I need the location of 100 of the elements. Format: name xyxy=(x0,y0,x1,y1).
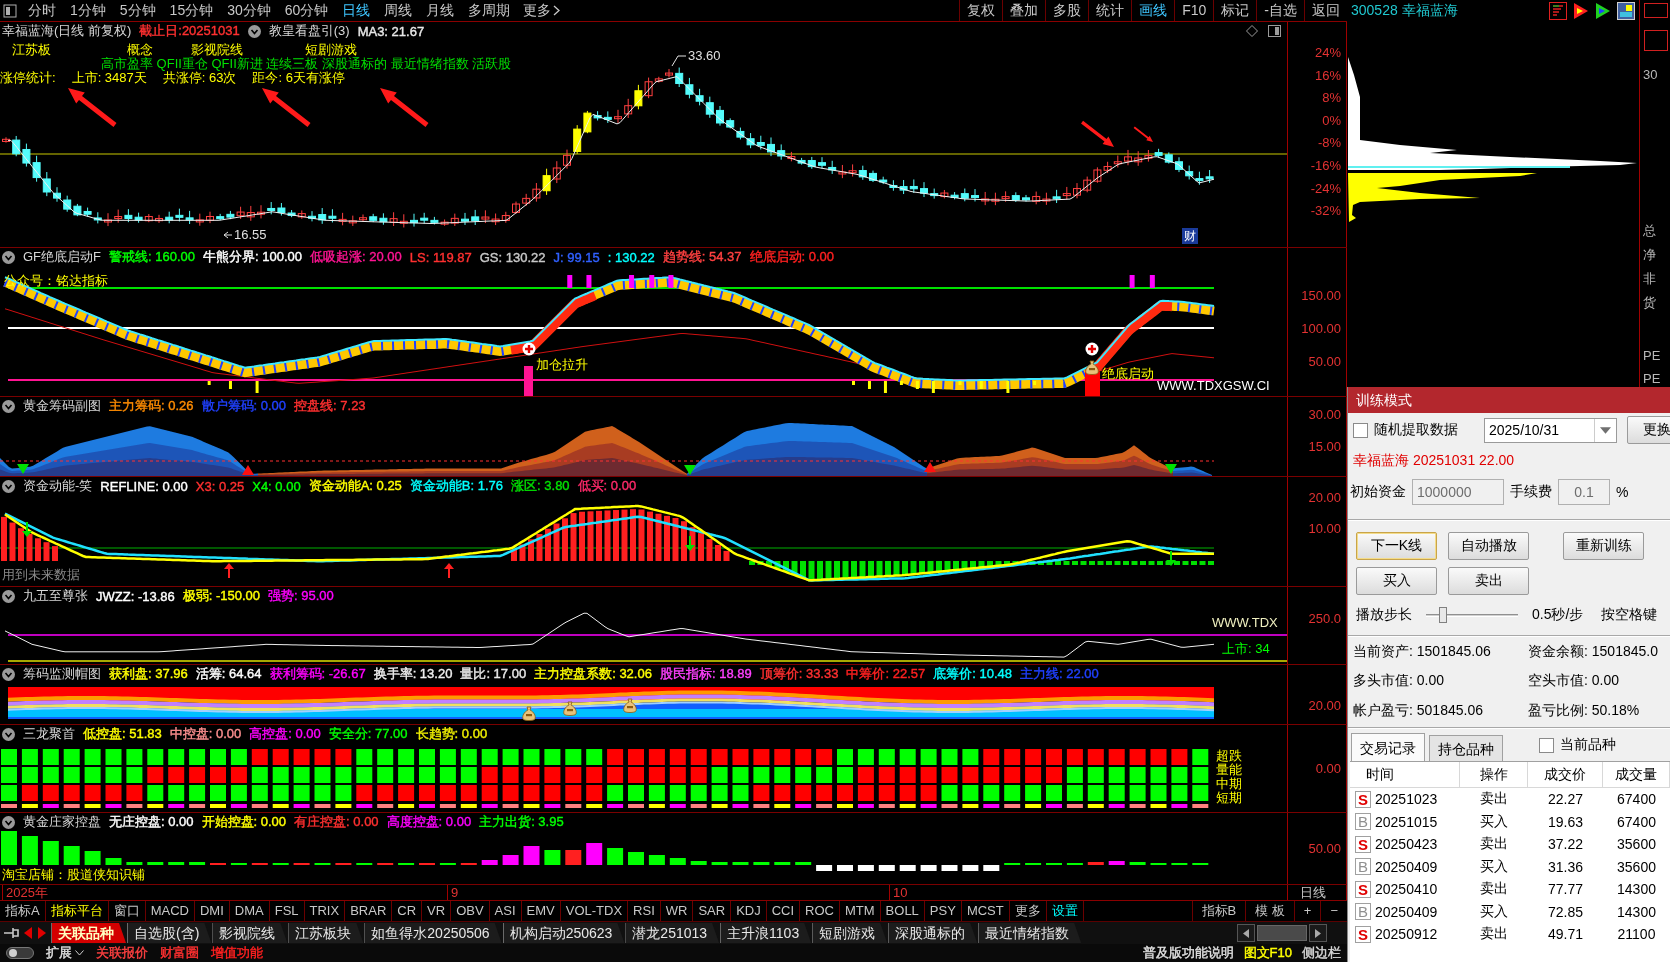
indicator-tab[interactable]: OBV xyxy=(451,901,490,921)
block-tab[interactable]: 影视院线 xyxy=(212,923,288,943)
side-button[interactable] xyxy=(1644,3,1668,19)
column-header[interactable]: 成交量 xyxy=(1603,762,1670,787)
period-tab[interactable]: 日线 xyxy=(335,0,378,21)
indicator-tab[interactable]: 指标A xyxy=(0,901,46,921)
period-tab[interactable]: 30分钟 xyxy=(220,0,278,21)
indicator-tab[interactable]: DMA xyxy=(229,901,270,921)
indicator-tab[interactable]: 指标平台 xyxy=(45,901,109,921)
toolbar-button[interactable]: 多股 xyxy=(1045,0,1089,21)
side-button[interactable] xyxy=(1644,30,1668,51)
indicator-tab[interactable]: ASI xyxy=(489,901,522,921)
indicator-tab[interactable]: 设置 xyxy=(1046,901,1084,921)
indicator-tab[interactable]: VR xyxy=(422,901,452,921)
column-header[interactable]: 成交价 xyxy=(1528,762,1603,787)
indicator-tab[interactable]: EMV xyxy=(521,901,561,921)
indicator-tab[interactable]: BRAR xyxy=(345,901,393,921)
status-link[interactable]: 侧边栏 xyxy=(1302,944,1341,962)
period-tab[interactable]: 周线 xyxy=(377,0,420,21)
column-header[interactable]: 时间 xyxy=(1350,762,1460,787)
indicator-tab[interactable]: MCST xyxy=(961,901,1010,921)
indicator-tab[interactable]: MACD xyxy=(145,901,195,921)
date-select[interactable]: 2025/10/31 xyxy=(1484,417,1617,443)
indicator-tab[interactable]: FSL xyxy=(269,901,305,921)
indicator-tab[interactable]: KDJ xyxy=(731,901,767,921)
status-link[interactable]: 普及版功能说明 xyxy=(1142,944,1234,962)
period-tab[interactable]: 60分钟 xyxy=(277,0,336,21)
control-button[interactable]: 下一K线 xyxy=(1356,532,1437,560)
capital-input[interactable]: 1000000 xyxy=(1412,479,1504,505)
toolbar-button[interactable]: -自选 xyxy=(1256,0,1304,21)
chevron-down-icon[interactable] xyxy=(75,950,84,956)
block-tab[interactable]: 如鱼得水20250506 xyxy=(364,923,502,943)
checkbox[interactable] xyxy=(1539,737,1554,753)
triangle-icon[interactable] xyxy=(1595,2,1611,20)
status-link[interactable]: 扩展 xyxy=(46,944,72,962)
period-tab[interactable]: 分时 xyxy=(21,0,63,21)
trade-button[interactable]: 卖出 xyxy=(1448,567,1529,595)
dropdown-circle-icon[interactable] xyxy=(2,589,15,603)
toolbar-button[interactable]: F10 xyxy=(1174,0,1214,21)
pin-icon[interactable] xyxy=(3,927,19,939)
indicator-tab[interactable]: BOLL xyxy=(880,901,925,921)
status-link[interactable]: 关联报价 xyxy=(96,944,148,962)
template-tab[interactable]: 指标B xyxy=(1191,901,1246,921)
toolbar-button[interactable]: 统计 xyxy=(1088,0,1132,21)
period-tab[interactable]: 多周期 xyxy=(461,0,518,21)
period-tab[interactable]: 15分钟 xyxy=(162,0,221,21)
block-tab[interactable]: 最近情绪指数 xyxy=(978,923,1082,943)
toolbar-button[interactable]: 叠加 xyxy=(1002,0,1046,21)
slider-track[interactable] xyxy=(1426,606,1518,624)
period-tab[interactable]: 1分钟 xyxy=(63,0,113,21)
panel-tab[interactable]: 交易记录 xyxy=(1351,733,1425,761)
checkbox[interactable] xyxy=(1353,422,1368,438)
indicator-tab[interactable]: CR xyxy=(392,901,423,921)
picture-icon[interactable] xyxy=(1617,2,1635,20)
caret-left-icon[interactable] xyxy=(23,927,33,939)
change-button[interactable]: 更换 xyxy=(1627,416,1670,444)
status-link[interactable]: 财富圈 xyxy=(160,944,199,962)
toolbar-button[interactable]: 标记 xyxy=(1213,0,1257,21)
fee-input[interactable]: 0.1 xyxy=(1558,479,1610,505)
control-button[interactable]: 自动播放 xyxy=(1448,532,1529,560)
trade-button[interactable]: 买入 xyxy=(1356,567,1437,595)
block-tab[interactable]: 江苏板块 xyxy=(288,923,364,943)
scroll-right-button[interactable] xyxy=(1309,924,1327,942)
panel-tab[interactable]: 持仓品种 xyxy=(1429,735,1503,761)
scrollbar-thumb[interactable] xyxy=(1257,925,1307,941)
toolbar-button[interactable]: 复权 xyxy=(959,0,1003,21)
control-button[interactable]: 重新训练 xyxy=(1563,532,1644,560)
toolbar-button[interactable]: 画线 xyxy=(1131,0,1175,21)
dropdown-circle-icon[interactable] xyxy=(2,727,15,741)
indicator-tab[interactable]: DMI xyxy=(194,901,230,921)
column-header[interactable]: 操作 xyxy=(1460,762,1528,787)
block-tab[interactable]: 短剧游戏 xyxy=(812,923,888,943)
indicator-tab[interactable]: VOL-TDX xyxy=(560,901,629,921)
block-tab[interactable]: 深股通标的 xyxy=(888,923,978,943)
block-tab[interactable]: 关联品种 xyxy=(51,923,126,943)
indicator-tab[interactable]: RSI xyxy=(628,901,661,921)
indicator-tab[interactable]: ROC xyxy=(800,901,840,921)
toolbar-button[interactable]: 返回 xyxy=(1304,0,1347,21)
period-tab[interactable]: 月线 xyxy=(419,0,462,21)
triangle-icon[interactable] xyxy=(1573,2,1589,20)
indicator-tab[interactable]: 窗口 xyxy=(108,901,146,921)
template-tab[interactable]: + xyxy=(1293,901,1321,921)
slider-thumb[interactable] xyxy=(1438,607,1447,623)
indicator-tab[interactable]: WR xyxy=(660,901,694,921)
indicator-tab[interactable]: MTM xyxy=(840,901,881,921)
indicator-tab[interactable]: 更多 xyxy=(1009,901,1047,921)
block-tab[interactable]: 机构启动250623 xyxy=(502,923,625,943)
lines-icon[interactable] xyxy=(1549,2,1567,20)
block-tab[interactable]: 自选股(含) xyxy=(127,923,212,943)
status-link[interactable]: 增值功能 xyxy=(211,944,263,962)
status-link[interactable]: 图文F10 xyxy=(1243,944,1292,962)
more-button[interactable]: 更多 xyxy=(517,0,567,21)
template-tab[interactable]: 模 板 xyxy=(1245,901,1294,921)
indicator-tab[interactable]: TRIX xyxy=(304,901,346,921)
indicator-tab[interactable]: CCI xyxy=(766,901,801,921)
period-tab[interactable]: 5分钟 xyxy=(112,0,163,21)
indicator-tab[interactable]: SAR xyxy=(693,901,732,921)
toggle-icon[interactable] xyxy=(6,947,34,959)
scroll-left-button[interactable] xyxy=(1237,924,1255,942)
block-tab[interactable]: 主升浪1103 xyxy=(720,923,812,943)
